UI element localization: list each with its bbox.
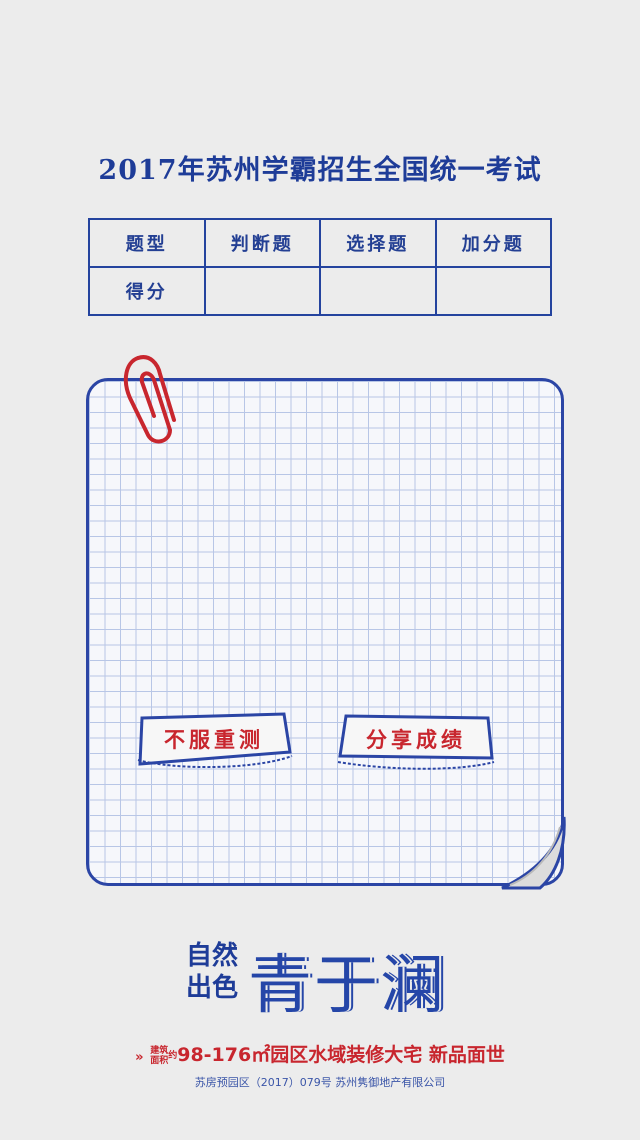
table-header-cell: 选择题	[319, 218, 437, 268]
brand-logo: 自然 出色 青于澜	[186, 940, 466, 1023]
logo-tagline: 自然 出色	[186, 940, 246, 1004]
slogan-arrow-icon: »	[135, 1050, 144, 1065]
table-row: 得分	[88, 266, 552, 316]
score-cell-choice	[319, 266, 437, 316]
score-table: 题型 判断题 选择题 加分题 得分	[88, 218, 552, 316]
table-header-cell: 判断题	[203, 218, 321, 268]
area-label-line: 建筑	[150, 1045, 169, 1056]
paperclip-icon	[123, 355, 176, 444]
retry-button[interactable]: 不服重测	[134, 712, 294, 772]
grid-paper	[86, 378, 564, 886]
logo-name: 青于澜	[248, 949, 446, 1023]
score-row-label: 得分	[88, 266, 206, 316]
area-suffix: 约	[168, 1050, 178, 1061]
table-header-cell: 加分题	[434, 218, 552, 268]
share-button-label: 分享成绩	[366, 727, 466, 752]
table-header-cell: 题型	[88, 218, 206, 268]
score-cell-judgment	[203, 266, 321, 316]
area-label-line: 面积	[150, 1055, 169, 1066]
retry-button-label: 不服重测	[164, 727, 264, 752]
slogan: » 建筑 面积 约98-176㎡园区水域装修大宅 新品面世	[0, 1040, 640, 1067]
slogan-text: 98-176㎡园区水域装修大宅 新品面世	[177, 1044, 505, 1066]
table-header-row: 题型 判断题 选择题 加分题	[88, 218, 552, 268]
page-curl-icon	[501, 816, 566, 890]
share-button[interactable]: 分享成绩	[336, 712, 496, 772]
logo-tagline-line: 自然	[186, 941, 239, 971]
score-cell-bonus	[434, 266, 552, 316]
page-title: 2017年苏州学霸招生全国统一考试	[98, 155, 542, 186]
logo-tagline-line: 出色	[186, 973, 239, 1003]
license-text: 苏房预园区（2017）079号 苏州隽御地产有限公司	[194, 1076, 446, 1089]
area-label: 建筑 面积	[150, 1046, 168, 1066]
